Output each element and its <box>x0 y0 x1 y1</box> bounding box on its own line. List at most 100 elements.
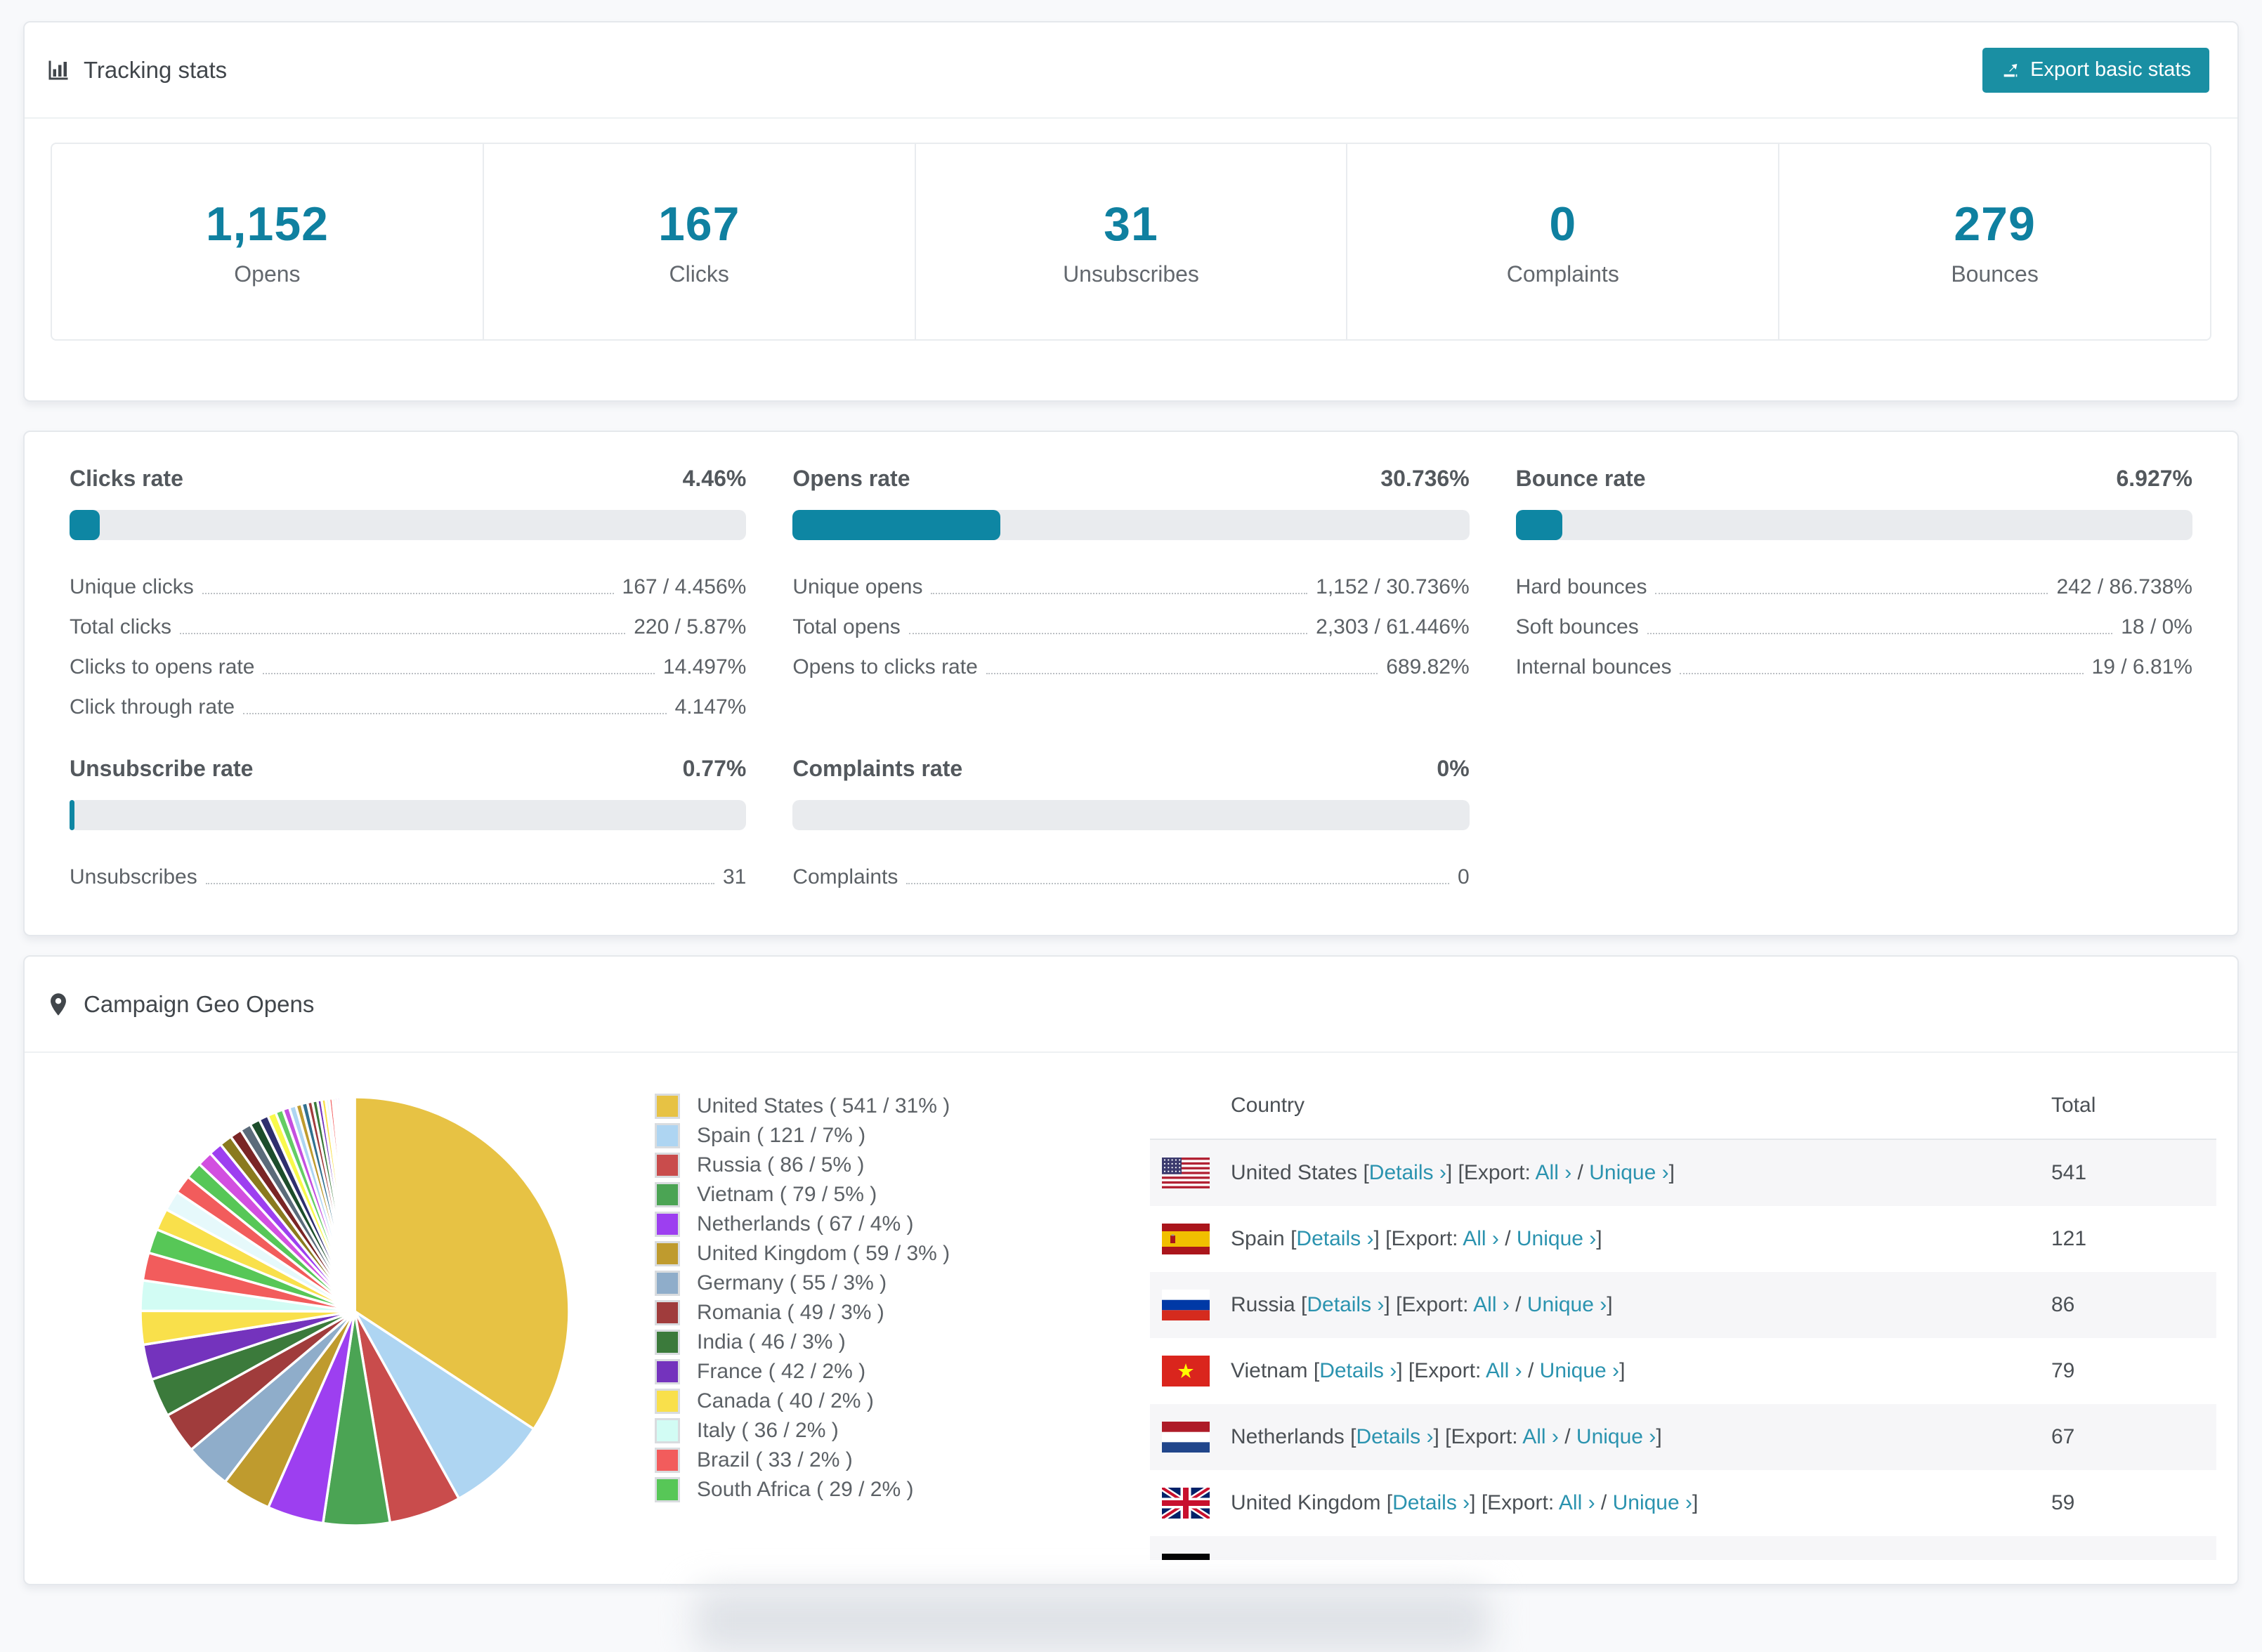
unsubscribe-rate-progress-bar <box>70 800 746 830</box>
geo-table-header-total: Total <box>2051 1073 2216 1139</box>
geo-pie-chart <box>46 1073 587 1560</box>
complaints-rate-rows: Complaints0 <box>792 857 1469 897</box>
export-unique-link[interactable]: Unique › <box>1517 1227 1596 1250</box>
rate-detail-row: Clicks to opens rate14.497% <box>70 647 746 687</box>
bracket: ] <box>1596 1227 1602 1250</box>
rate-detail-row: Total opens2,303 / 61.446% <box>792 607 1469 647</box>
bounce-rate-value: 6.927% <box>2116 465 2192 492</box>
details-link[interactable]: Details › <box>1296 1227 1373 1250</box>
map-pin-icon <box>46 992 71 1017</box>
geo-country-links: Netherlands [Details ›] [Export: All › /… <box>1231 1425 1662 1449</box>
bounce-rate-progress-bar <box>1516 510 2192 540</box>
dotted-leader <box>909 633 1307 634</box>
legend-item: United Kingdom ( 59 / 3% ) <box>655 1239 1150 1268</box>
export-unique-link[interactable]: Unique › <box>1540 1359 1619 1382</box>
export-unique-link[interactable]: Unique › <box>1613 1491 1692 1514</box>
legend-label: Romania ( 49 / 3% ) <box>697 1301 884 1325</box>
legend-item: Russia ( 86 / 5% ) <box>655 1150 1150 1180</box>
rate-detail-row: Unsubscribes31 <box>70 857 746 897</box>
dotted-leader <box>206 883 714 884</box>
legend-color-chip <box>655 1389 680 1414</box>
clicks-rate-title: Clicks rate <box>70 465 183 492</box>
country-name: Netherlands <box>1231 1425 1350 1448</box>
legend-color-chip <box>655 1241 680 1266</box>
export-all-link[interactable]: All › <box>1522 1425 1559 1448</box>
details-link[interactable]: Details › <box>1319 1359 1397 1382</box>
legend-color-chip <box>655 1477 680 1502</box>
bracket: ] <box>1619 1359 1625 1382</box>
stat-clicks-label: Clicks <box>669 261 729 287</box>
details-link[interactable]: Details › <box>1356 1425 1433 1448</box>
rate-panel-opens: Opens rate 30.736% Unique opens1,152 / 3… <box>792 465 1469 727</box>
geo-opens-title-text: Campaign Geo Opens <box>84 991 314 1018</box>
country-name: Vietnam <box>1231 1359 1314 1382</box>
geo-opens-header: Campaign Geo Opens <box>25 957 2237 1053</box>
rate-detail-label: Hard bounces <box>1516 575 1647 599</box>
tracking-stats-title: Tracking stats <box>46 57 227 84</box>
geo-table-row: United Kingdom [Details ›] [Export: All … <box>1150 1470 2216 1536</box>
export-basic-stats-button[interactable]: Export basic stats <box>1982 48 2209 93</box>
rate-detail-label: Internal bounces <box>1516 655 1672 679</box>
opens-rate-title: Opens rate <box>792 465 910 492</box>
export-all-link[interactable]: All › <box>1559 1491 1595 1514</box>
tracking-stats-title-text: Tracking stats <box>84 57 227 84</box>
geo-total-cell: 541 <box>2051 1139 2216 1206</box>
stats-row: 1,152 Opens 167 Clicks 31 Unsubscribes 0… <box>51 143 2211 341</box>
slash: / <box>1499 1227 1517 1250</box>
geo-total-cell: 55 <box>2051 1536 2216 1560</box>
bracket: ] <box>1692 1491 1698 1514</box>
geo-table: Country Total United States [Details ›] … <box>1150 1073 2216 1560</box>
rate-panel-unsubscribe: Unsubscribe rate 0.77% Unsubscribes31 <box>70 755 746 897</box>
rate-detail-label: Unique clicks <box>70 575 194 599</box>
unsubscribe-rate-value: 0.77% <box>683 755 747 782</box>
details-link[interactable]: Details › <box>1329 1557 1406 1560</box>
unsubscribe-rate-title: Unsubscribe rate <box>70 755 253 782</box>
export-unique-link[interactable]: Unique › <box>1550 1557 1629 1560</box>
details-link[interactable]: Details › <box>1369 1161 1446 1184</box>
export-all-link[interactable]: All › <box>1496 1557 1532 1560</box>
legend-label: Canada ( 40 / 2% ) <box>697 1389 874 1413</box>
legend-color-chip <box>655 1271 680 1296</box>
dotted-leader <box>986 673 1378 674</box>
export-text: ] [Export: <box>1406 1557 1496 1560</box>
opens-rate-progress-bar <box>792 510 1469 540</box>
export-all-link[interactable]: All › <box>1463 1227 1499 1250</box>
geo-total-cell: 86 <box>2051 1272 2216 1338</box>
rate-detail-value: 242 / 86.738% <box>2056 575 2192 599</box>
export-unique-link[interactable]: Unique › <box>1576 1425 1656 1448</box>
flag-us-icon <box>1162 1158 1210 1188</box>
geo-country-links: United Kingdom [Details ›] [Export: All … <box>1231 1491 1698 1515</box>
stat-bounces: 279 Bounces <box>1779 144 2210 339</box>
bottom-shadow <box>695 1589 1489 1652</box>
export-all-link[interactable]: All › <box>1486 1359 1522 1382</box>
legend-label: Brazil ( 33 / 2% ) <box>697 1448 853 1472</box>
export-unique-link[interactable]: Unique › <box>1527 1293 1607 1316</box>
opens-rate-value: 30.736% <box>1380 465 1469 492</box>
rate-panel-complaints: Complaints rate 0% Complaints0 <box>792 755 1469 897</box>
stat-opens-value: 1,152 <box>206 197 329 251</box>
rate-detail-value: 167 / 4.456% <box>622 575 747 599</box>
export-all-link[interactable]: All › <box>1536 1161 1572 1184</box>
rate-detail-value: 689.82% <box>1386 655 1469 679</box>
rate-detail-value: 2,303 / 61.446% <box>1316 615 1470 639</box>
flag-nl-icon <box>1162 1422 1210 1453</box>
bracket: ] <box>1656 1425 1661 1448</box>
details-link[interactable]: Details › <box>1392 1491 1470 1514</box>
rate-detail-row: Unique opens1,152 / 30.736% <box>792 567 1469 607</box>
export-all-link[interactable]: All › <box>1473 1293 1510 1316</box>
geo-country-cell: Netherlands [Details ›] [Export: All › /… <box>1150 1422 2051 1453</box>
geo-country-links: Germany [Details ›] [Export: All › / Uni… <box>1231 1557 1635 1560</box>
geo-country-cell: United States [Details ›] [Export: All ›… <box>1150 1158 2051 1188</box>
legend-label: Germany ( 55 / 3% ) <box>697 1271 887 1295</box>
legend-item: France ( 42 / 2% ) <box>655 1357 1150 1386</box>
legend-item: Brazil ( 33 / 2% ) <box>655 1446 1150 1475</box>
legend-label: United Kingdom ( 59 / 3% ) <box>697 1242 950 1266</box>
bounce-rate-progress-fill <box>1516 510 1563 540</box>
legend-item: Romania ( 49 / 3% ) <box>655 1298 1150 1328</box>
geo-legend: United States ( 541 / 31% )Spain ( 121 /… <box>587 1073 1150 1560</box>
details-link[interactable]: Details › <box>1307 1293 1384 1316</box>
rate-detail-label: Total clicks <box>70 615 171 639</box>
export-unique-link[interactable]: Unique › <box>1589 1161 1668 1184</box>
export-icon <box>2001 60 2020 80</box>
bounce-rate-title: Bounce rate <box>1516 465 1646 492</box>
